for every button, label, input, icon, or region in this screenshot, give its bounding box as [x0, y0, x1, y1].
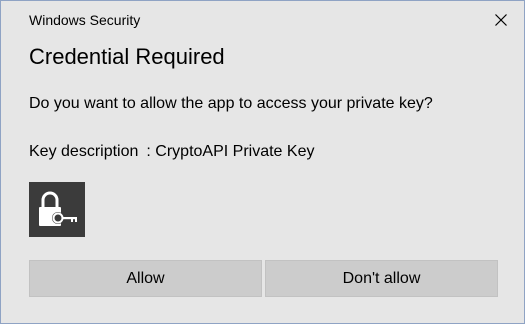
- credential-dialog: Windows Security Credential Required Do …: [0, 0, 525, 324]
- permission-question: Do you want to allow the app to access y…: [29, 95, 433, 112]
- close-icon: [495, 14, 507, 26]
- close-button[interactable]: [478, 1, 524, 39]
- key-icon-tile: [29, 182, 85, 237]
- window-title: Windows Security: [29, 12, 141, 28]
- key-description-value: CryptoAPI Private Key: [155, 143, 315, 160]
- key-description: Key description: CryptoAPI Private Key: [29, 143, 314, 161]
- lock-key-icon: [39, 191, 77, 226]
- dont-allow-button[interactable]: Don't allow: [265, 260, 498, 297]
- allow-button[interactable]: Allow: [29, 260, 262, 297]
- key-description-separator: :: [146, 143, 151, 160]
- title-bar: Windows Security: [1, 1, 524, 39]
- key-description-label: Key description: [29, 143, 139, 160]
- dialog-heading: Credential Required: [29, 44, 225, 69]
